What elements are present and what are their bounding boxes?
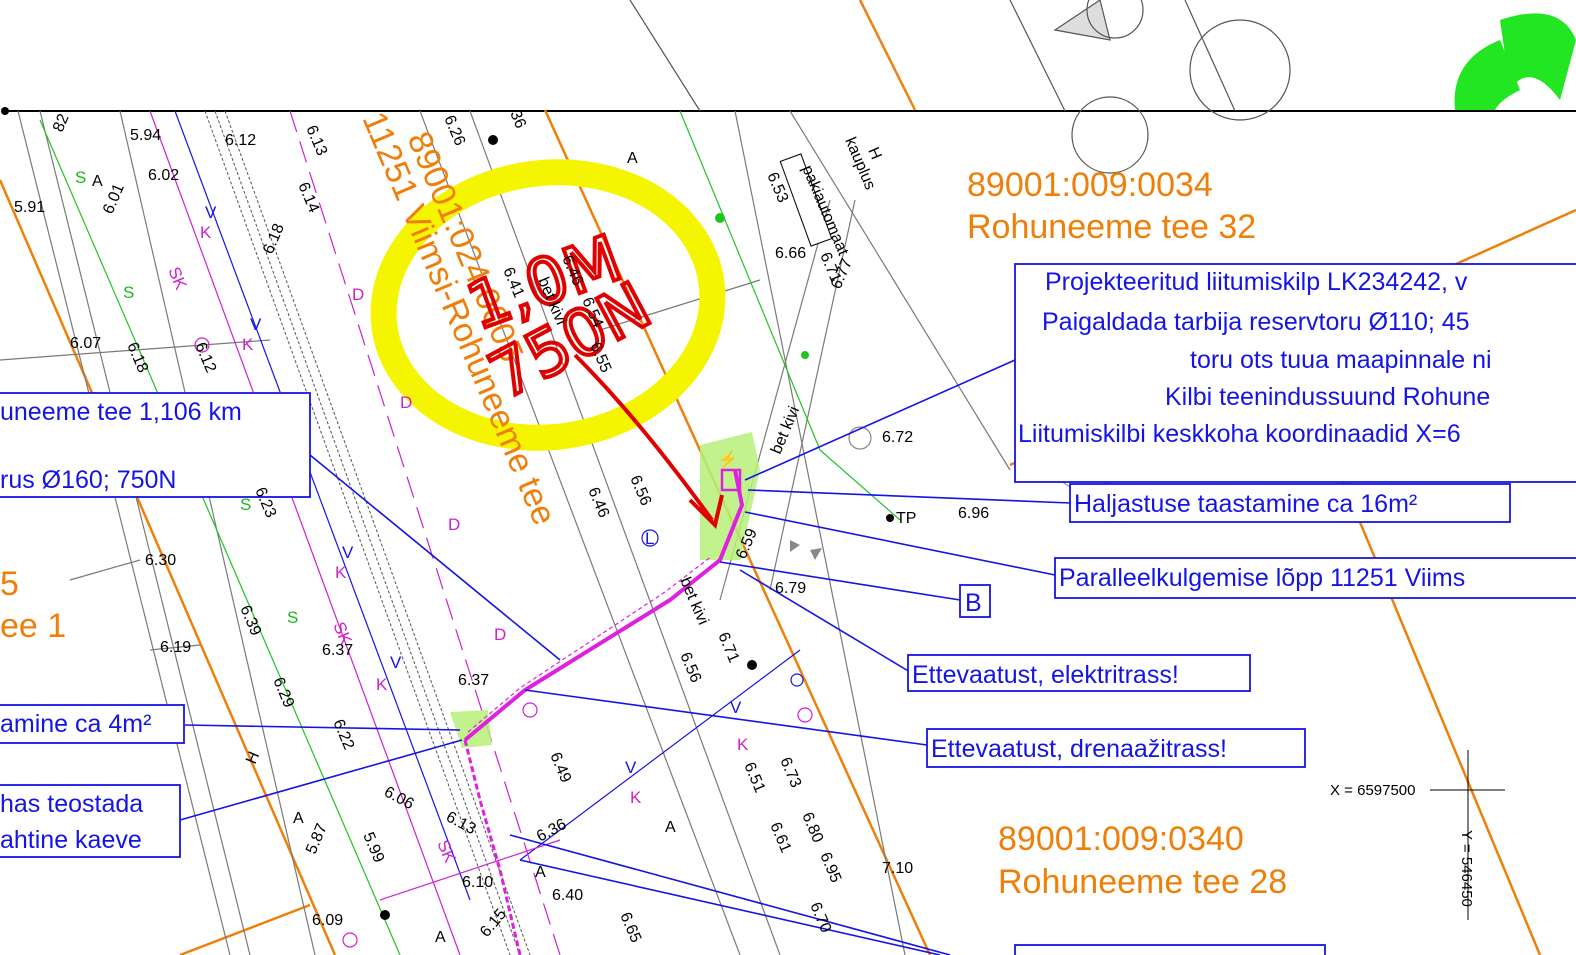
label-v-1: V: [205, 203, 217, 222]
svg-text:6.19: 6.19: [160, 639, 191, 656]
label-d-3: D: [448, 515, 460, 534]
parcel-id-left: 5: [0, 565, 19, 603]
parcel-id-0340: 89001:009:0340: [998, 820, 1244, 858]
project-line-5: Liitumiskilbi keskkoha koordinaadid X=6: [1018, 420, 1461, 448]
drenaaz-text: Ettevaatust, drenaažitrass!: [931, 735, 1227, 763]
parcel-name-0340: Rohuneeme tee 28: [998, 863, 1287, 901]
label-v-5: V: [625, 758, 637, 777]
label-v-3: V: [342, 543, 354, 562]
paralleel-text: Paralleelkulgemise lõpp 11251 Viims: [1059, 564, 1465, 592]
x-coordinate: X = 6597500: [1330, 782, 1416, 799]
left-bottom-line-1: has teostada: [0, 790, 143, 818]
label-a-6: A: [293, 810, 304, 827]
project-line-3: toru ots tuua maapinnale ni: [1190, 346, 1492, 374]
svg-text:6.12: 6.12: [225, 132, 256, 149]
label-s-2: S: [123, 283, 134, 302]
project-line-1: Projekteeritud liitumiskilp LK234242, v: [1045, 268, 1468, 296]
svg-text:⚡: ⚡: [717, 449, 738, 470]
label-d-4: D: [494, 625, 506, 644]
svg-text:6.10: 6.10: [462, 874, 493, 891]
svg-text:6.37: 6.37: [458, 672, 489, 689]
svg-text:7.10: 7.10: [882, 860, 913, 877]
label-k-2: K: [242, 335, 254, 354]
label-k-6: K: [737, 735, 749, 754]
label-s-1: S: [75, 168, 86, 187]
label-a-1: A: [627, 150, 638, 167]
svg-text:6.72: 6.72: [882, 429, 913, 446]
callout-elektritrass: Ettevaatust, elektritrass!: [907, 654, 1251, 692]
label-k-1: K: [200, 223, 212, 242]
svg-text:6.02: 6.02: [148, 167, 179, 184]
svg-text:6.96: 6.96: [958, 505, 989, 522]
left-top-line-1: uneeme tee 1,106 km: [0, 398, 242, 426]
parcel-id-0034: 89001:009:0034: [967, 166, 1213, 204]
label-a-5: A: [92, 173, 103, 190]
svg-text:6.09: 6.09: [312, 912, 343, 929]
callout-b: B: [959, 584, 991, 618]
svg-text:6.66: 6.66: [775, 245, 806, 262]
callout-left-bottom: has teostada ahtine kaeve: [0, 784, 181, 858]
svg-text:6.30: 6.30: [145, 552, 176, 569]
label-s-4: S: [287, 608, 298, 627]
label-a-2: A: [665, 819, 676, 836]
b-label: B: [965, 589, 982, 617]
svg-text:5.94: 5.94: [130, 127, 161, 144]
left-mid-text: amine ca 4m²: [0, 710, 151, 738]
callout-project-box: Projekteeritud liitumiskilp LK234242, v …: [1014, 263, 1576, 483]
label-v-2: V: [250, 315, 262, 334]
parcel-name-left: ee 1: [0, 607, 66, 645]
svg-text:6.07: 6.07: [70, 335, 101, 352]
haljastus-text: Haljastuse taastamine ca 16m²: [1074, 490, 1417, 518]
svg-text:6.79: 6.79: [775, 580, 806, 597]
label-d-2: D: [400, 393, 412, 412]
site-plan-map: ⚡ Projekteeritud liitumiskilp LK234242, …: [0, 0, 1576, 955]
svg-text:5.91: 5.91: [14, 199, 45, 216]
callout-paralleel: Paralleelkulgemise lõpp 11251 Viims: [1054, 557, 1576, 599]
callout-left-top: uneeme tee 1,106 km rus Ø160; 750N: [0, 392, 311, 498]
parcel-name-0034: Rohuneeme tee 32: [967, 208, 1256, 246]
svg-text:6.40: 6.40: [552, 887, 583, 904]
project-line-2: Paigaldada tarbija reservtoru Ø110; 45: [1042, 308, 1470, 336]
label-a-3: A: [535, 864, 546, 881]
label-k-5: K: [630, 788, 642, 807]
label-a-4: A: [435, 929, 446, 946]
label-k-3: K: [335, 563, 347, 582]
label-d-1: D: [352, 285, 364, 304]
callout-haljastus: Haljastuse taastamine ca 16m²: [1069, 483, 1511, 523]
callout-left-mid: amine ca 4m²: [0, 704, 185, 744]
left-top-line-2: rus Ø160; 750N: [0, 466, 177, 494]
label-v-4: V: [390, 653, 402, 672]
callout-drenaaz: Ettevaatust, drenaažitrass!: [926, 728, 1306, 768]
y-coordinate: Y = 546450: [1458, 830, 1475, 907]
project-line-4: Kilbi teenindussuund Rohune: [1165, 383, 1490, 411]
label-v-6: V: [730, 698, 742, 717]
label-k-4: K: [376, 675, 388, 694]
label-tp: TP: [896, 510, 916, 527]
label-l: L: [645, 529, 654, 548]
label-s-3: S: [240, 495, 251, 514]
elektritrass-text: Ettevaatust, elektritrass!: [912, 661, 1179, 689]
left-bottom-line-2: ahtine kaeve: [0, 826, 142, 854]
svg-text:6.37: 6.37: [322, 642, 353, 659]
